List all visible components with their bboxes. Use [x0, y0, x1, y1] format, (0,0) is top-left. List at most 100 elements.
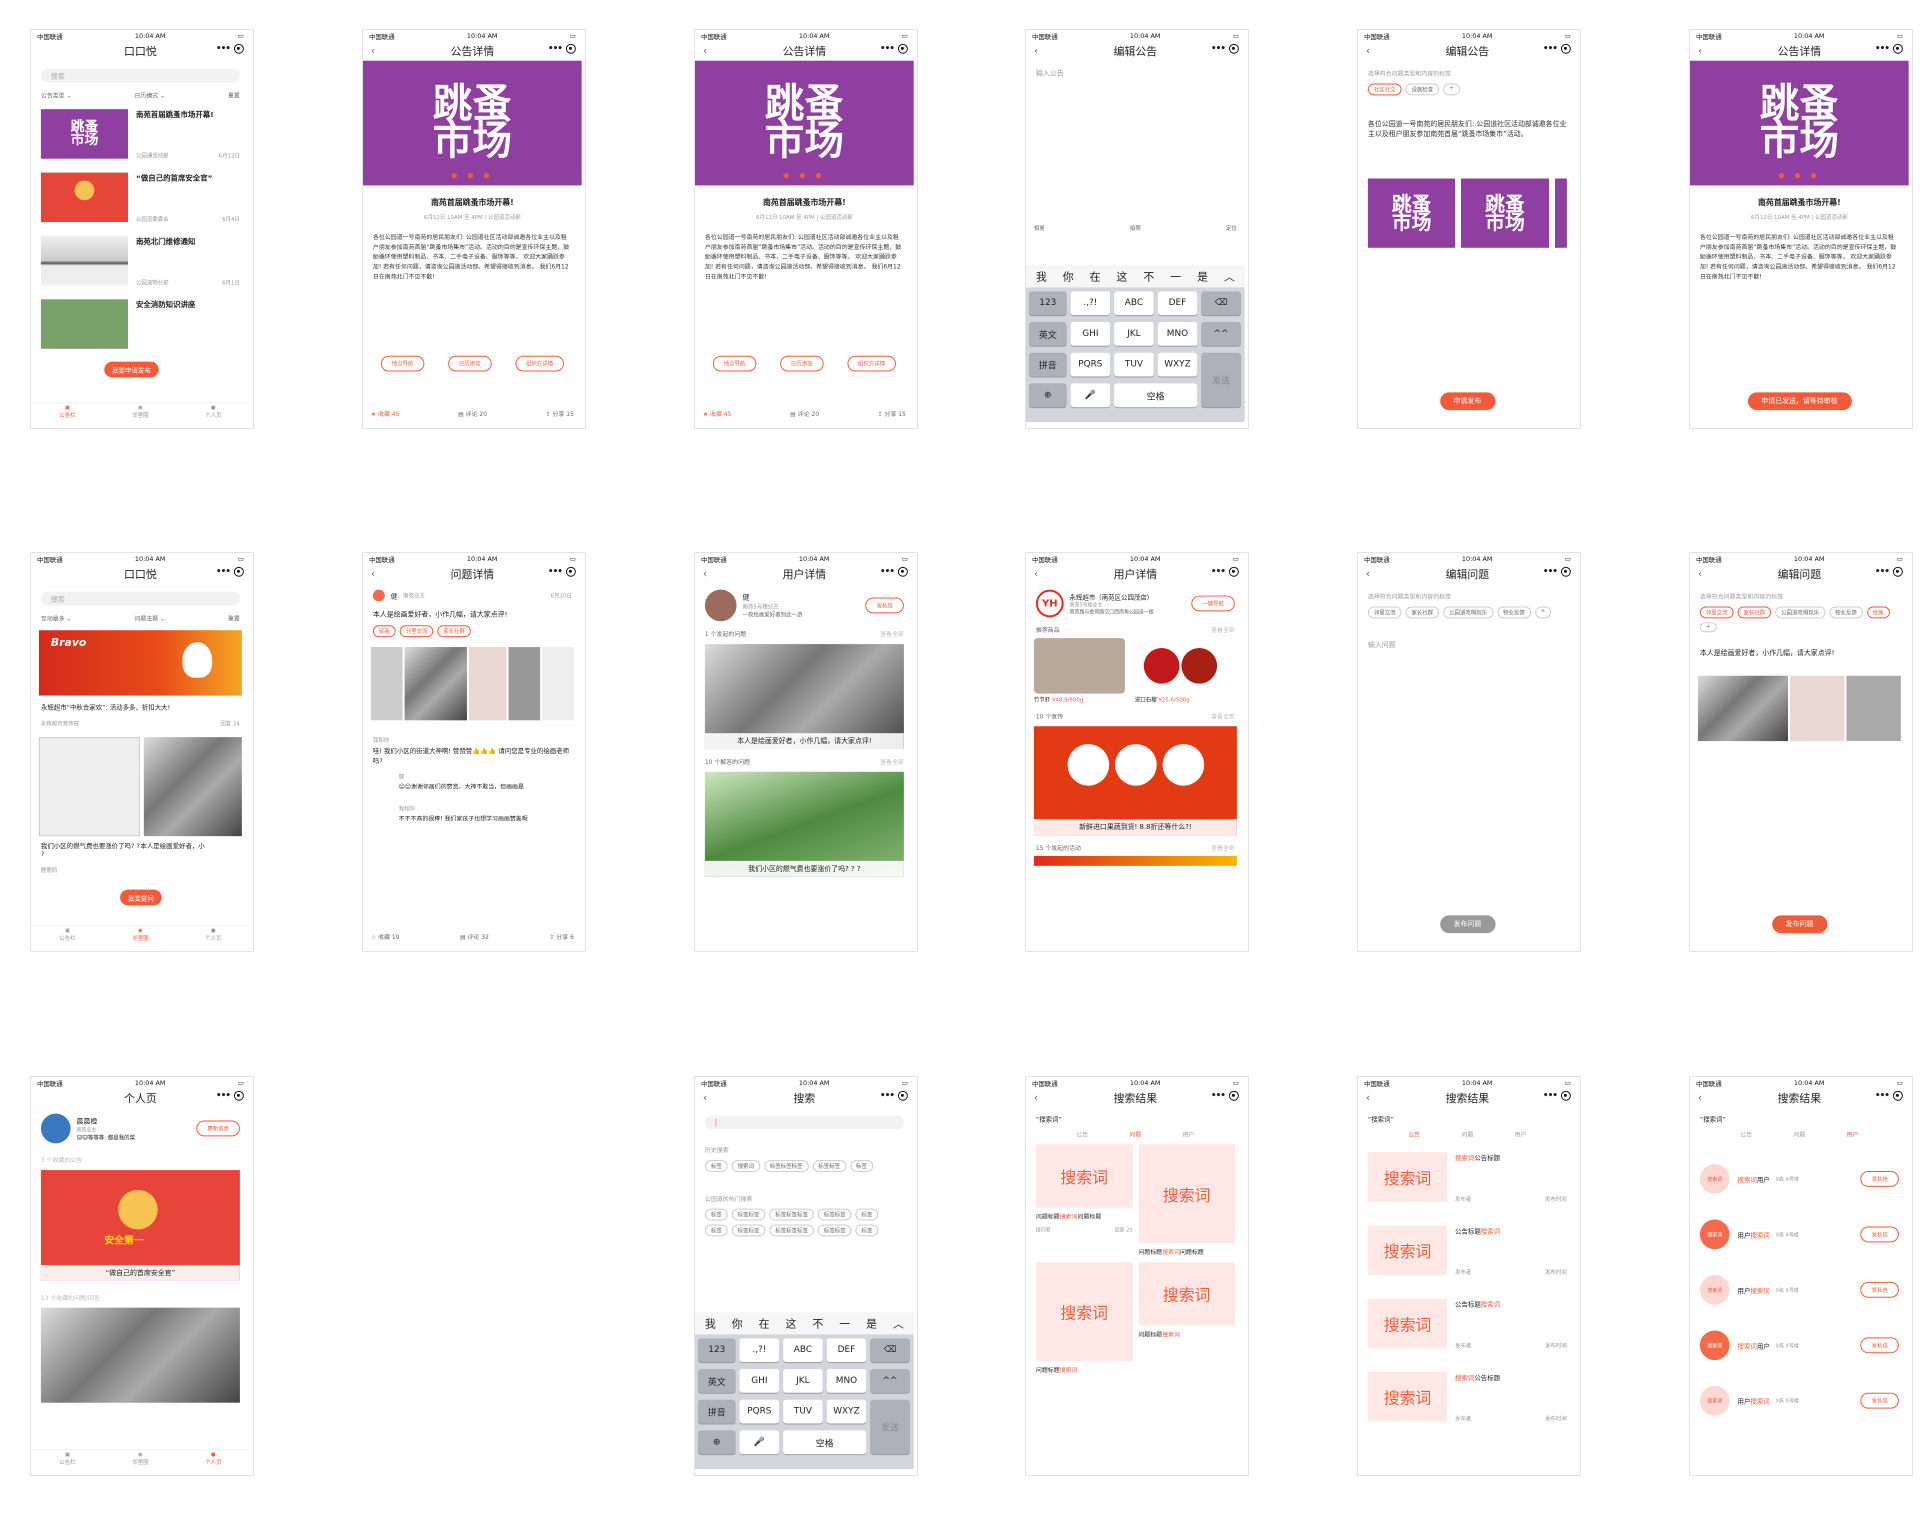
- close-icon[interactable]: [1228, 43, 1239, 54]
- more-icon[interactable]: •••: [1875, 1091, 1890, 1101]
- notice-result[interactable]: 搜索词 搜索词公告标题 发布者 发布时间: [1367, 1372, 1567, 1425]
- result-card[interactable]: 搜索词 问题标题搜索词: [1138, 1262, 1235, 1374]
- question-card[interactable]: 我们小区的燃气费也要涨价了吗? ? ?: [704, 771, 904, 877]
- close-icon[interactable]: [1892, 1090, 1903, 1101]
- reset-button[interactable]: 重置: [228, 90, 240, 99]
- more-icon[interactable]: •••: [216, 567, 231, 577]
- user-result[interactable]: 搜索词 用户搜索词 X栋 X号楼 发私信: [1690, 1385, 1909, 1416]
- favorite-button[interactable]: ★ 收藏 45: [703, 409, 732, 418]
- more-icon[interactable]: •••: [1543, 567, 1558, 577]
- share-button[interactable]: ⇪ 分享 6: [549, 932, 573, 941]
- list-item[interactable]: 跳蚤 市场 南苑首届跳蚤市场开幕! 公园通活动部 6月12日: [40, 109, 240, 162]
- back-icon[interactable]: ‹: [1034, 1091, 1038, 1104]
- back-icon[interactable]: ‹: [1366, 567, 1370, 580]
- favorite-button[interactable]: ☆ 收藏 19: [371, 932, 400, 941]
- post-banner[interactable]: Bravo: [38, 630, 242, 696]
- more-icon[interactable]: •••: [548, 567, 563, 577]
- avatar[interactable]: [372, 589, 385, 602]
- close-icon[interactable]: [1892, 566, 1903, 577]
- camera-button[interactable]: 拍照: [1130, 224, 1141, 232]
- back-icon[interactable]: ‹: [1366, 1091, 1370, 1104]
- back-icon[interactable]: ‹: [371, 44, 375, 57]
- apply-publish-button[interactable]: 申请发布: [1439, 392, 1496, 411]
- album-button[interactable]: 相册: [1034, 224, 1045, 232]
- back-icon[interactable]: ‹: [1034, 567, 1038, 580]
- close-icon[interactable]: [233, 566, 244, 577]
- close-icon[interactable]: [1560, 1090, 1571, 1101]
- tab-notice[interactable]: ▣ 公告栏: [59, 405, 75, 422]
- back-icon[interactable]: ‹: [1366, 44, 1370, 57]
- notice-input[interactable]: 输入公告: [1026, 61, 1245, 79]
- user-result[interactable]: 搜索词 搜索词用户 X栋 X号楼 发私信: [1690, 1164, 1909, 1194]
- more-icon[interactable]: •••: [1543, 1091, 1558, 1101]
- calendar-button[interactable]: 日历添加: [447, 355, 492, 372]
- notice-result[interactable]: 搜索词 搜索词公告标题 发布者 发布时间: [1367, 1152, 1567, 1205]
- close-icon[interactable]: [897, 566, 908, 577]
- more-icon[interactable]: •••: [1211, 1091, 1226, 1101]
- post-image[interactable]: [143, 737, 242, 837]
- result-card[interactable]: 搜索词 问题标题搜索词问题标题 提问者 回复 20: [1035, 1144, 1133, 1256]
- attached-image[interactable]: 跳蚤 市场: [1461, 178, 1549, 248]
- close-icon[interactable]: [565, 566, 576, 577]
- close-icon[interactable]: [897, 1090, 908, 1101]
- back-icon[interactable]: ‹: [1698, 1091, 1702, 1104]
- nav-button[interactable]: 地点导航: [380, 355, 425, 372]
- ask-question-button[interactable]: 我要提问: [120, 889, 162, 906]
- favorite-button[interactable]: ★ 收藏 45: [371, 409, 400, 418]
- close-icon[interactable]: [233, 1090, 244, 1101]
- back-icon[interactable]: ‹: [1698, 44, 1702, 57]
- user-result[interactable]: 搜索词 用户搜索词 X栋 X号楼 发私信: [1690, 1275, 1909, 1305]
- close-icon[interactable]: [1560, 43, 1571, 54]
- post-image[interactable]: [38, 737, 140, 837]
- close-icon[interactable]: [1228, 1090, 1239, 1101]
- product-card[interactable]: 竹节虾 ¥48.9/500g: [1033, 638, 1125, 703]
- comment-button[interactable]: ▤ 评论 32: [460, 932, 489, 941]
- back-icon[interactable]: ‹: [703, 44, 707, 57]
- list-item[interactable]: 安全消防知识讲座: [40, 299, 240, 352]
- organizer-button[interactable]: 组织方详情: [515, 355, 565, 372]
- close-icon[interactable]: [897, 43, 908, 54]
- nav-button[interactable]: 地点导航: [712, 355, 757, 372]
- more-icon[interactable]: •••: [1211, 567, 1226, 577]
- attached-image[interactable]: 跳蚤 市场: [1367, 178, 1456, 248]
- back-icon[interactable]: ‹: [703, 1091, 707, 1104]
- search-input[interactable]: 搜索: [40, 68, 240, 83]
- message-button[interactable]: 发私信: [865, 597, 904, 614]
- close-icon[interactable]: [1892, 43, 1903, 54]
- user-result[interactable]: 搜索词 用户搜索词 X栋 X号楼 发私信: [1690, 1219, 1909, 1250]
- share-button[interactable]: ⇪ 分享 15: [546, 409, 574, 418]
- close-icon[interactable]: [233, 43, 244, 54]
- more-icon[interactable]: •••: [880, 44, 895, 54]
- more-icon[interactable]: •••: [1875, 44, 1890, 54]
- product-card[interactable]: 进口石榴 ¥25.6/500g: [1135, 638, 1226, 703]
- back-icon[interactable]: ‹: [371, 567, 375, 580]
- more-icon[interactable]: •••: [548, 44, 563, 54]
- share-button[interactable]: ⇪ 分享 15: [878, 409, 906, 418]
- back-icon[interactable]: ‹: [1698, 567, 1702, 580]
- list-item[interactable]: 南苑北门维修通知 公园道物业部 6月1日: [40, 235, 240, 289]
- favorite-notice-card[interactable]: 安全第一 “做自己的首席安全官”: [40, 1170, 240, 1281]
- more-icon[interactable]: •••: [216, 44, 231, 54]
- more-icon[interactable]: •••: [880, 1091, 895, 1101]
- more-icon[interactable]: •••: [216, 1091, 231, 1101]
- publish-question-button[interactable]: 发布问题: [1771, 915, 1828, 934]
- result-card[interactable]: 搜索词 问题标题搜索词: [1035, 1262, 1133, 1374]
- more-icon[interactable]: •••: [1875, 567, 1890, 577]
- tab-neighbors[interactable]: ◉ 邻里圈: [132, 405, 148, 422]
- more-icon[interactable]: •••: [880, 567, 895, 577]
- update-info-button[interactable]: 更新信息: [196, 1120, 240, 1137]
- publish-question-button[interactable]: 发布问题: [1439, 915, 1496, 934]
- comment-button[interactable]: ▤ 评论 20: [790, 409, 819, 418]
- search-input[interactable]: |: [704, 1115, 904, 1130]
- question-card[interactable]: 本人是绘画爱好者，小作几幅，请大家点评!: [704, 644, 904, 750]
- apply-publish-button[interactable]: 我要申请发布: [104, 361, 159, 378]
- search-input[interactable]: 搜索: [40, 591, 240, 606]
- user-result[interactable]: 搜索词 搜索词用户 X栋 X号楼 发私信: [1690, 1330, 1909, 1361]
- comment-button[interactable]: ▤ 评论 20: [458, 409, 487, 418]
- promo-card[interactable]: 新鲜进口果蔬到货! 8.8折还等什么?!: [1033, 726, 1237, 836]
- notice-result[interactable]: 搜索词 公告标题搜索词 发布者 发布时间: [1367, 1298, 1567, 1352]
- back-icon[interactable]: ‹: [1034, 44, 1038, 57]
- result-card[interactable]: 搜索词 问题标题搜索词问题标题: [1138, 1144, 1235, 1256]
- filter-calendar[interactable]: 日历模式 ⌄: [134, 90, 165, 99]
- calendar-button[interactable]: 日历添加: [779, 355, 824, 372]
